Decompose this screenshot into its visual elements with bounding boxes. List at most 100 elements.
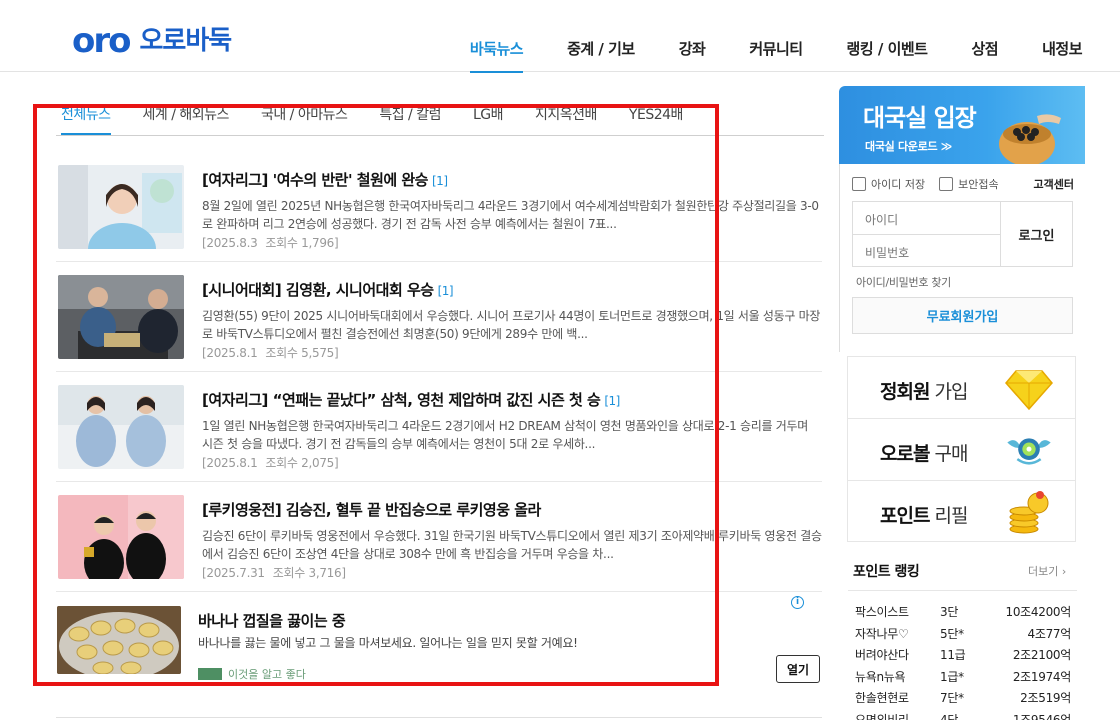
secure-login-checkbox[interactable]: 보안접속 xyxy=(939,176,999,192)
main-nav: 바둑뉴스 중계 / 기보 강좌 커뮤니티 랭킹 / 이벤트 상점 내정보 xyxy=(426,38,1082,73)
ad-open-button[interactable]: 열기 xyxy=(776,655,820,683)
nav-my-info[interactable]: 내정보 xyxy=(1042,38,1082,73)
rank-name: 자작나무♡ xyxy=(855,626,909,641)
login-options: 아이디 저장 보안접속 고객센터 xyxy=(852,176,1074,192)
rank-level: 3단 xyxy=(940,605,959,619)
news-thumbnail[interactable] xyxy=(58,275,184,359)
rank-name: 뉴욕n뉴욕 xyxy=(855,669,906,684)
news-summary[interactable]: 김영환(55) 9단이 2025 시니어바둑대회에서 우승했다. 시니어 프로기… xyxy=(202,307,822,343)
nav-shop[interactable]: 상점 xyxy=(971,38,998,73)
free-signup-button[interactable]: 무료회원가입 xyxy=(852,297,1073,334)
id-input[interactable]: 아이디 xyxy=(853,202,1000,235)
news-summary[interactable]: 김승진 6단이 루키바둑 영웅전에서 우승했다. 31일 한국기원 바둑TV스튜… xyxy=(202,527,822,563)
news-summary[interactable]: 1일 열린 NH농협은행 한국여자바둑리그 4라운드 2경기에서 H2 DREA… xyxy=(202,417,822,453)
tab-world-news[interactable]: 세계 / 해외뉴스 xyxy=(143,100,230,135)
checkbox-icon xyxy=(939,177,954,191)
login-form: 아이디 비밀번호 로그인 xyxy=(852,201,1073,267)
tab-all-news[interactable]: 전체뉴스 xyxy=(61,100,111,135)
news-title[interactable]: [여자리그] “연패는 끝났다” 삼척, 영천 제압하며 값진 시즌 첫 승 [1… xyxy=(202,390,822,411)
nav-baduk-news[interactable]: 바둑뉴스 xyxy=(469,38,524,73)
game-room-banner[interactable]: 대국실 입장 대국실 다운로드 ≫ xyxy=(839,86,1085,164)
go-bowl-icon xyxy=(999,114,1061,164)
password-input[interactable]: 비밀번호 xyxy=(853,235,1000,268)
news-thumbnail[interactable] xyxy=(58,165,184,249)
rank-level: 5단* xyxy=(940,626,964,641)
customer-center-link[interactable]: 고객센터 xyxy=(1034,176,1074,192)
nav-lecture[interactable]: 강좌 xyxy=(679,38,706,73)
rank-level: 7단* xyxy=(940,691,964,705)
sponsored-ad[interactable]: 바나나 껍질을 끓이는 중 바나나를 끓는 물에 넣고 그 물을 마셔보세요. … xyxy=(56,596,822,696)
news-views: 조회수 1,796] xyxy=(265,236,339,250)
ad-thumbnail[interactable] xyxy=(57,606,181,674)
tab-special-column[interactable]: 특집 / 칼럼 xyxy=(379,100,441,135)
ad-info-icon[interactable]: i xyxy=(791,596,804,609)
logo-text: 오로바둑 xyxy=(139,26,232,56)
diamond-icon xyxy=(1005,370,1053,411)
rank-points: 2조2100억 xyxy=(1012,648,1071,662)
secure-login-label: 보안접속 xyxy=(958,178,999,191)
ranking-row[interactable]: 한솔현현로 7단* 2조519억 xyxy=(855,688,1071,710)
nav-broadcast[interactable]: 중계 / 기보 xyxy=(567,38,635,73)
checkbox-icon xyxy=(852,177,866,191)
ranking-row[interactable]: 팍스이스트 3단 10조4200억 xyxy=(855,602,1071,624)
rank-name: 팍스이스트 xyxy=(855,605,909,619)
news-title[interactable]: [시니어대회] 김영환, 시니어대회 우승 [1] xyxy=(202,280,822,301)
news-meta: [2025.7.31 조회수 3,716] xyxy=(202,564,822,581)
promo-oro-ball[interactable]: 오로볼 구매 xyxy=(848,419,1075,481)
news-date: [2025.7.31 xyxy=(202,566,265,580)
news-item[interactable]: [루키영웅전] 김승진, 혈투 끝 반집승으로 루키영웅 올라 김승진 6단이 … xyxy=(56,482,822,592)
news-title-text: [여자리그] '여수의 반란' 철원에 완승 xyxy=(202,171,429,189)
rank-points: 4조77억 xyxy=(1027,626,1072,641)
news-meta: [2025.8.1 조회수 2,075] xyxy=(202,454,822,471)
rank-name: 버려야산다 xyxy=(855,648,909,662)
news-meta: [2025.8.3 조회수 1,796] xyxy=(202,234,822,251)
comment-count: [1] xyxy=(604,394,620,408)
news-category-tabs: 전체뉴스 세계 / 해외뉴스 국내 / 아마뉴스 특집 / 칼럼 LG배 지지옥… xyxy=(56,100,824,136)
news-title-text: [루키영웅전] 김승진, 혈투 끝 반집승으로 루키영웅 올라 xyxy=(202,501,541,519)
ranking-row[interactable]: 오면외비리 4단 1조9546억 xyxy=(855,710,1071,720)
promo-label: 포인트 리필 xyxy=(880,505,968,527)
news-thumbnail[interactable] xyxy=(58,495,184,579)
rank-level: 4단 xyxy=(940,712,959,720)
ad-source: 이것을 알고 좋다 xyxy=(198,666,306,682)
ad-title[interactable]: 바나나 껍질을 끓이는 중 xyxy=(198,610,346,631)
rank-points: 1조9546억 xyxy=(1012,712,1071,720)
news-item[interactable]: [여자리그] “연패는 끝났다” 삼척, 영천 제압하며 값진 시즌 첫 승 [1… xyxy=(56,372,822,482)
news-summary[interactable]: 8월 2일에 열린 2025년 NH농협은행 한국여자바둑리그 4라운드 3경기… xyxy=(202,197,822,233)
site-logo[interactable]: oro 오로바둑 xyxy=(72,24,232,58)
promo-point-refill[interactable]: 포인트 리필 xyxy=(848,481,1075,543)
promo-membership[interactable]: 정회원 가입 xyxy=(848,357,1075,419)
rank-name: 오면외비리 xyxy=(855,712,909,720)
tab-domestic-news[interactable]: 국내 / 아마뉴스 xyxy=(261,100,348,135)
divider xyxy=(56,717,822,718)
news-thumbnail[interactable] xyxy=(58,385,184,469)
ranking-list: 팍스이스트 3단 10조4200억 자작나무♡ 5단* 4조77억 버려야산다 11급 2조… xyxy=(855,602,1071,720)
tab-yes24-cup[interactable]: YES24배 xyxy=(629,100,683,135)
ad-source-text: 이것을 알고 좋다 xyxy=(228,668,306,681)
news-meta: [2025.8.1 조회수 5,575] xyxy=(202,344,822,361)
ranking-more-link[interactable]: 더보기 › xyxy=(1028,563,1066,579)
nav-community[interactable]: 커뮤니티 xyxy=(749,38,803,73)
nav-ranking-event[interactable]: 랭킹 / 이벤트 xyxy=(847,38,928,73)
site-header: oro 오로바둑 바둑뉴스 중계 / 기보 강좌 커뮤니티 랭킹 / 이벤트 상… xyxy=(0,0,1120,73)
promo-label: 오로볼 구매 xyxy=(880,443,968,465)
login-button[interactable]: 로그인 xyxy=(1000,202,1072,266)
banner-download-link[interactable]: 대국실 다운로드 ≫ xyxy=(865,138,952,154)
news-list: [여자리그] '여수의 반란' 철원에 완승 [1] 8월 2일에 열린 2025… xyxy=(56,152,822,592)
tab-lg-cup[interactable]: LG배 xyxy=(473,100,504,135)
tab-jiji-auction-cup[interactable]: 지지옥션배 xyxy=(535,100,597,135)
ranking-row[interactable]: 자작나무♡ 5단* 4조77억 xyxy=(855,624,1071,646)
news-title[interactable]: [루키영웅전] 김승진, 혈투 끝 반집승으로 루키영웅 올라 xyxy=(202,500,822,521)
news-title[interactable]: [여자리그] '여수의 반란' 철원에 완승 [1] xyxy=(202,170,822,191)
ranking-row[interactable]: 버려야산다 11급 2조2100억 xyxy=(855,645,1071,667)
find-account-link[interactable]: 아이디/비밀번호 찾기 xyxy=(856,274,951,290)
comment-count: [1] xyxy=(437,284,454,298)
news-item[interactable]: [시니어대회] 김영환, 시니어대회 우승 [1] 김영환(55) 9단이 202… xyxy=(56,262,822,372)
ranking-row[interactable]: 뉴욕n뉴욕 1급* 2조1974억 xyxy=(855,667,1071,689)
news-date: [2025.8.1 xyxy=(202,456,258,470)
promo-label: 정회원 가입 xyxy=(880,381,968,403)
news-item[interactable]: [여자리그] '여수의 반란' 철원에 완승 [1] 8월 2일에 열린 2025… xyxy=(56,152,822,262)
save-id-checkbox[interactable]: 아이디 저장 xyxy=(852,176,925,192)
point-ranking-title: 포인트 랭킹 xyxy=(853,564,920,580)
promo-menu: 정회원 가입 오로볼 구매 포인트 리필 xyxy=(847,356,1076,542)
